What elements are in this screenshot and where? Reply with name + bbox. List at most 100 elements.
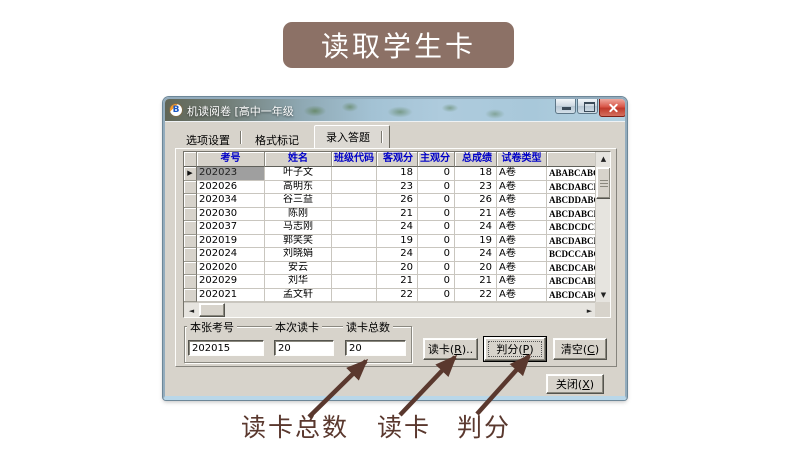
table-cell: 19	[455, 235, 497, 249]
column-header[interactable]: 班级代码	[332, 152, 377, 167]
button-text: )	[529, 343, 533, 356]
cards-total-input[interactable]	[345, 340, 406, 356]
table-row[interactable]: 202029刘华21021A卷ABCDCABBC	[184, 275, 610, 289]
annotation-cards-total: 读卡总数	[241, 408, 349, 444]
table-cell: 21	[455, 275, 497, 289]
row-selector[interactable]	[184, 235, 197, 249]
read-card-button[interactable]: 读卡(R)..	[423, 338, 478, 360]
close-dialog-button[interactable]: 关闭(X)	[546, 374, 604, 394]
button-text: 清空(	[561, 341, 587, 357]
maximize-button[interactable]	[577, 99, 598, 114]
row-selector[interactable]	[184, 275, 197, 289]
tab-format-marks[interactable]: 格式标记	[255, 132, 299, 148]
scroll-left-icon[interactable]: ◄	[184, 303, 199, 318]
button-text: )	[595, 343, 599, 356]
current-card-no-input[interactable]	[188, 340, 264, 356]
column-header[interactable]: 试卷类型	[497, 152, 547, 167]
table-row[interactable]: 202021孟文轩22022A卷ABCDCABCI	[184, 289, 610, 303]
table-cell: 0	[418, 167, 455, 181]
column-header[interactable]: 总成绩	[455, 152, 497, 167]
row-selector[interactable]	[184, 248, 197, 262]
annotation-read-card: 读卡	[377, 408, 431, 444]
table-cell: A卷	[497, 208, 547, 222]
row-selector[interactable]: ▶	[184, 167, 197, 181]
table-cell: 202029	[197, 275, 265, 289]
table-cell: 23	[455, 181, 497, 195]
table-cell	[332, 275, 377, 289]
table-cell: 0	[418, 235, 455, 249]
grid-rows: ▶202023叶子文18018A卷ABABCABCI202026高明东23023…	[184, 167, 610, 302]
table-cell: 马志刚	[265, 221, 332, 235]
table-cell	[332, 235, 377, 249]
minimize-button[interactable]	[555, 99, 576, 114]
judge-score-button[interactable]: 判分(P)	[484, 337, 546, 361]
horizontal-scrollbar[interactable]: ◄ ►	[184, 302, 597, 317]
table-cell: 22	[455, 289, 497, 303]
banner-title: 读取学生卡	[283, 22, 514, 68]
row-selector[interactable]	[184, 262, 197, 276]
table-cell: 202021	[197, 289, 265, 303]
table-cell: 202019	[197, 235, 265, 249]
vertical-scrollbar[interactable]: ▲ ▼	[595, 152, 610, 302]
clear-button[interactable]: 清空(C)	[553, 338, 607, 360]
table-cell	[332, 181, 377, 195]
table-cell: 孟文轩	[265, 289, 332, 303]
annotation-judge: 判分	[457, 408, 511, 444]
table-cell: 谷三益	[265, 194, 332, 208]
dialog-client-area: 选项设置 格式标记 录入答题 考号姓名班级代码客观分主观分总成绩试卷类型 ▶20…	[165, 121, 625, 396]
column-header[interactable]: 客观分	[377, 152, 418, 167]
tab-enter-answers[interactable]: 录入答题	[314, 125, 390, 149]
button-mnemonic: C	[587, 343, 595, 356]
table-row[interactable]: 202026高明东23023A卷ABCDABCDA	[184, 181, 610, 195]
tab-option-settings[interactable]: 选项设置	[186, 132, 230, 148]
close-icon[interactable]	[599, 99, 625, 117]
table-row[interactable]: 202019郭笑笑19019A卷ABCDABCDA	[184, 235, 610, 249]
table-row[interactable]: 202024刘晓娟24024A卷BCDCCABCI	[184, 248, 610, 262]
column-header[interactable]: 姓名	[265, 152, 332, 167]
table-row[interactable]: ▶202023叶子文18018A卷ABABCABCI	[184, 167, 610, 181]
table-cell: 202034	[197, 194, 265, 208]
row-selector[interactable]	[184, 221, 197, 235]
tab-label: 录入答题	[326, 129, 370, 145]
button-text: )..	[462, 343, 473, 356]
row-selector[interactable]	[184, 289, 197, 303]
column-header[interactable]: 主观分	[418, 152, 455, 167]
row-selector[interactable]	[184, 181, 197, 195]
grid-corner-cell	[184, 152, 197, 167]
table-cell: 202024	[197, 248, 265, 262]
row-selector[interactable]	[184, 194, 197, 208]
table-cell: 24	[455, 248, 497, 262]
table-cell: 202030	[197, 208, 265, 222]
horizontal-scroll-thumb[interactable]	[199, 303, 225, 317]
cards-this-batch-label: 本次读卡	[272, 319, 322, 335]
vertical-scroll-thumb[interactable]	[596, 167, 611, 199]
table-cell: 21	[455, 208, 497, 222]
button-mnemonic: R	[454, 343, 462, 356]
row-selector[interactable]	[184, 208, 197, 222]
table-row[interactable]: 202030陈刚21021A卷ABCDABCDI	[184, 208, 610, 222]
button-mnemonic: P	[523, 343, 530, 356]
table-cell: 0	[418, 289, 455, 303]
cards-total-label: 读卡总数	[343, 319, 393, 335]
table-cell: 202026	[197, 181, 265, 195]
button-mnemonic: X	[582, 378, 590, 391]
column-header[interactable]: 考号	[197, 152, 265, 167]
scroll-up-icon[interactable]: ▲	[596, 152, 611, 166]
table-cell: 22	[377, 289, 418, 303]
table-cell: 18	[455, 167, 497, 181]
cards-this-batch-input[interactable]	[274, 340, 334, 356]
button-text: 判分(	[496, 341, 522, 357]
table-cell: A卷	[497, 235, 547, 249]
table-row[interactable]: 202037马志刚24024A卷ABCDCDCBI	[184, 221, 610, 235]
titlebar[interactable]: B 机读阅卷 [高中一年级	[165, 99, 625, 121]
table-cell: A卷	[497, 194, 547, 208]
screenshot-canvas: 读取学生卡 B 机读阅卷 [高中一年级 选项设置 格式标记 录入答题 考号姓名班…	[0, 0, 790, 453]
card-info-frame: 本张考号 本次读卡 读卡总数	[184, 326, 412, 363]
table-row[interactable]: 202034谷三益26026A卷ABCDDABCI	[184, 194, 610, 208]
button-text: 关闭(	[556, 376, 582, 392]
table-row[interactable]: 202020安云20020A卷ABCDCABCI	[184, 262, 610, 276]
banner-label: 读取学生卡	[321, 25, 476, 65]
table-cell: A卷	[497, 289, 547, 303]
table-cell: 202020	[197, 262, 265, 276]
scroll-down-icon[interactable]: ▼	[596, 288, 611, 302]
